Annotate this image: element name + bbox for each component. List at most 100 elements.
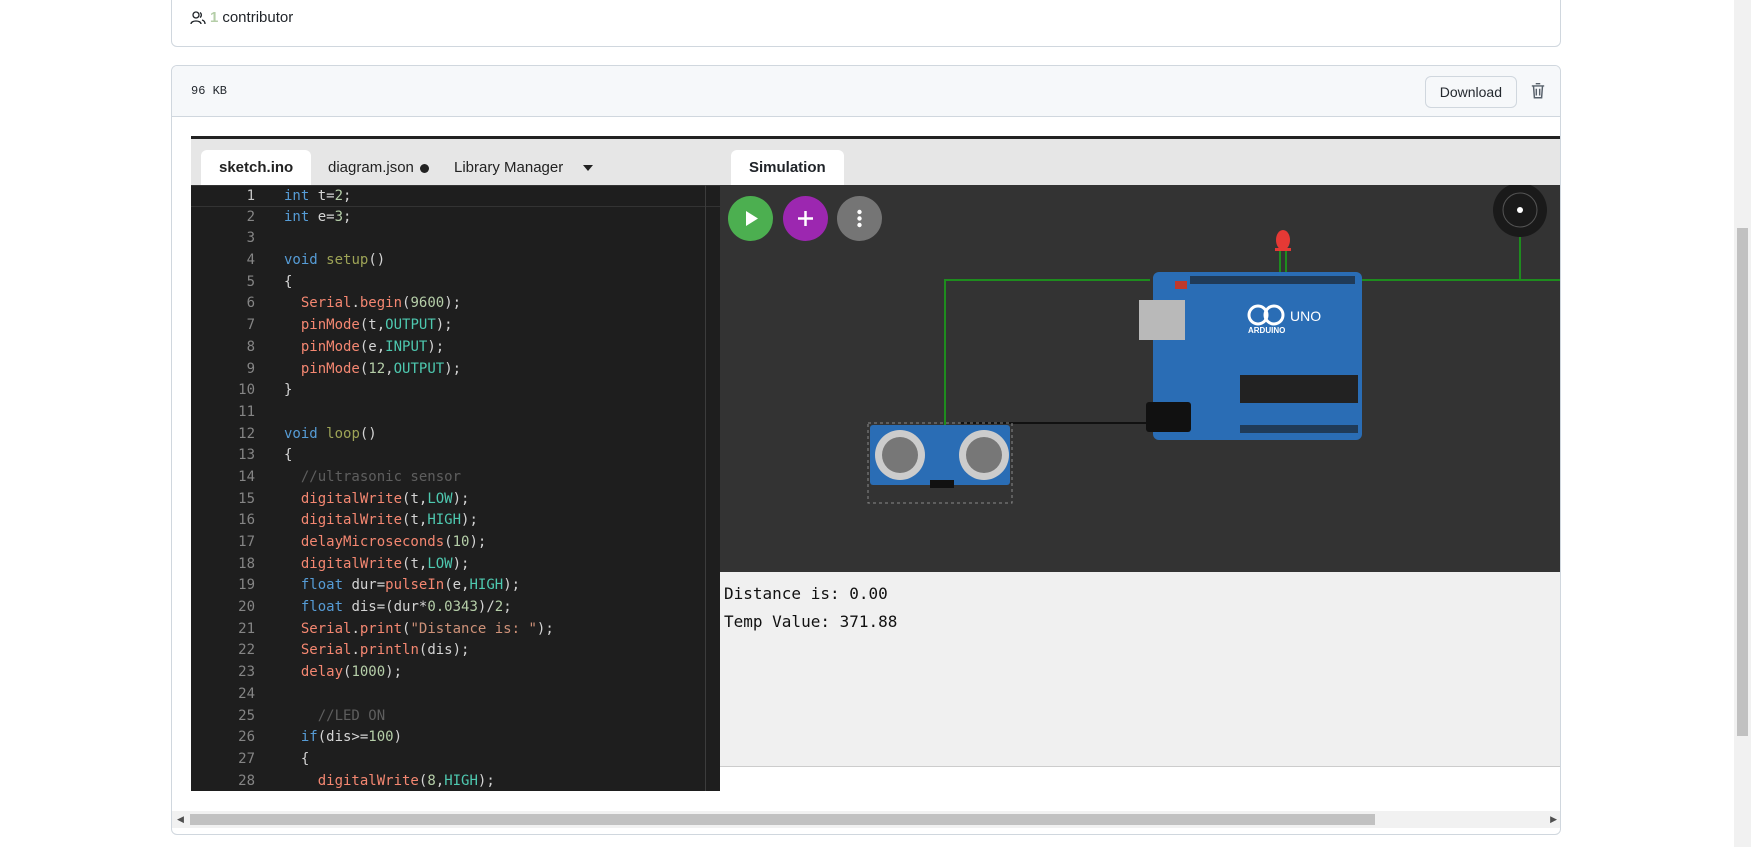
serial-line: Temp Value: 371.88: [724, 612, 898, 631]
add-part-button[interactable]: [783, 196, 828, 241]
code-line[interactable]: 14 //ultrasonic sensor: [191, 467, 720, 489]
arduino-uno-board[interactable]: UNO ARDUINO: [1139, 272, 1362, 440]
code-text: {: [284, 447, 293, 464]
code-text: delayMicroseconds(10);: [300, 534, 487, 550]
code-line[interactable]: 8 pinMode(e,INPUT);: [191, 337, 720, 359]
line-number: 28: [238, 772, 255, 789]
code-text: {: [284, 273, 293, 290]
line-number: 22: [238, 642, 255, 659]
line-number: 15: [238, 490, 255, 507]
ultrasonic-sensor[interactable]: [867, 422, 1013, 504]
unsaved-dot: [419, 163, 429, 173]
tab-sketch-ino[interactable]: sketch.ino: [201, 150, 312, 185]
code-line[interactable]: 20 float dis=(dur*0.0343)/2;: [191, 597, 720, 619]
code-line[interactable]: 7 pinMode(t,OUTPUT);: [191, 315, 720, 337]
code-text: digitalWrite(t,LOW);: [300, 490, 470, 507]
line-number: 18: [238, 555, 255, 572]
code-line[interactable]: 26 if(dis>=100): [191, 727, 720, 749]
people-icon: [190, 10, 206, 24]
code-text: delay(1000);: [300, 664, 403, 681]
code-text: //ultrasonic sensor: [300, 468, 462, 485]
code-line[interactable]: 10}: [191, 380, 720, 402]
code-line[interactable]: 6 Serial.begin(9600);: [191, 293, 720, 315]
code-line[interactable]: 15 digitalWrite(t,LOW);: [191, 489, 720, 511]
code-line[interactable]: 16 digitalWrite(t,HIGH);: [191, 510, 720, 532]
contributors-link[interactable]: 1 contributor: [190, 9, 293, 26]
simulation-canvas[interactable]: UNO ARDUINO: [720, 185, 1560, 572]
code-line[interactable]: 24: [191, 684, 720, 706]
divider: [720, 766, 1560, 767]
file-viewer: 96 KB Download sketch.ino diagram.json L…: [171, 65, 1561, 835]
horizontal-scroll-thumb[interactable]: [190, 814, 1375, 825]
code-text: digitalWrite(t,HIGH);: [300, 512, 478, 529]
simulation-panel: Simulation UNO ARDUINO Distance is: 0.00…: [720, 139, 1560, 791]
line-number: 25: [238, 707, 255, 724]
code-line[interactable]: 18 digitalWrite(t,LOW);: [191, 554, 720, 576]
code-line[interactable]: 5{: [191, 272, 720, 294]
code-text: void setup(): [284, 252, 386, 269]
code-text: pinMode(e,INPUT);: [300, 338, 445, 355]
more-options-button[interactable]: [837, 196, 882, 241]
wokwi-embed: sketch.ino diagram.json Library Manager …: [191, 136, 1560, 791]
code-text: {: [284, 750, 310, 767]
line-number: 19: [238, 577, 255, 594]
code-text: pinMode(12,OUTPUT);: [300, 360, 462, 377]
code-line[interactable]: 28 digitalWrite(8,HIGH);: [191, 771, 720, 791]
code-line[interactable]: 23 delay(1000);: [191, 662, 720, 684]
code-text: digitalWrite(8,HIGH);: [317, 772, 495, 789]
code-line[interactable]: 11: [191, 402, 720, 424]
line-number: 1: [246, 188, 255, 204]
code-text: Serial.begin(9600);: [300, 295, 462, 312]
board-brand: ARDUINO: [1248, 326, 1285, 335]
line-number: 27: [238, 750, 255, 767]
code-line[interactable]: 27 {: [191, 749, 720, 771]
scroll-left-icon[interactable]: ◀: [177, 814, 184, 825]
code-line[interactable]: 12 void loop(): [191, 424, 720, 446]
code-line[interactable]: 19 float dur=pulseIn(e,HIGH);: [191, 575, 720, 597]
page-scroll-thumb[interactable]: [1737, 228, 1748, 736]
board-label: UNO: [1290, 308, 1321, 324]
code-line[interactable]: 9 pinMode(12,OUTPUT);: [191, 359, 720, 381]
buzzer-component[interactable]: [1493, 185, 1547, 237]
download-button[interactable]: Download: [1424, 76, 1517, 108]
code-text: Serial.println(dis);: [300, 642, 470, 659]
chevron-down-icon[interactable]: [583, 165, 594, 172]
tab-simulation[interactable]: Simulation: [731, 150, 844, 185]
code-line[interactable]: 22 Serial.println(dis);: [191, 640, 720, 662]
code-line[interactable]: 4 void setup(): [191, 250, 720, 272]
code-line[interactable]: 17 delayMicroseconds(10);: [191, 532, 720, 554]
code-text: digitalWrite(t,LOW);: [300, 555, 470, 572]
line-number: 7: [246, 317, 255, 334]
code-line[interactable]: 1 int t=2;: [191, 185, 720, 207]
code-line[interactable]: 13 {: [191, 445, 720, 467]
code-line[interactable]: 3: [191, 228, 720, 250]
code-text: //LED ON: [317, 707, 386, 724]
line-number: 14: [238, 468, 255, 485]
line-number: 21: [238, 620, 255, 637]
line-number: 10: [238, 382, 255, 399]
led-component[interactable]: [1275, 230, 1291, 251]
line-number: 5: [246, 273, 255, 290]
code-text: int e=3;: [284, 208, 352, 225]
code-text: float dur=pulseIn(e,HIGH);: [300, 577, 521, 594]
code-text: }: [284, 382, 293, 399]
code-line[interactable]: 21 Serial.print("Distance is: ");: [191, 619, 720, 641]
scroll-right-icon[interactable]: ▶: [1550, 814, 1557, 825]
page-scrollbar[interactable]: [1734, 0, 1751, 847]
tab-diagram-json[interactable]: diagram.json: [310, 150, 447, 185]
editor-scroll-divider: [705, 185, 706, 791]
serial-line: Distance is: 0.00: [724, 584, 888, 603]
code-text: Serial.print("Distance is: ");: [300, 620, 554, 637]
code-line[interactable]: 25 //LED ON: [191, 706, 720, 728]
line-number: 17: [238, 534, 255, 550]
trash-icon[interactable]: [1529, 82, 1547, 100]
code-line[interactable]: 2 int e=3;: [191, 207, 720, 229]
code-text: if(dis>=100): [300, 729, 403, 746]
plus-icon: [798, 211, 813, 226]
play-button[interactable]: [728, 196, 773, 241]
horizontal-scrollbar[interactable]: ◀ ▶: [172, 811, 1560, 828]
tab-library-manager[interactable]: Library Manager: [436, 150, 611, 185]
line-number: 13: [238, 447, 255, 464]
github-file-page: 1 contributor 96 KB Download sketch.ino …: [0, 0, 1751, 847]
code-lines[interactable]: 1 int t=2; 2 int e=3; 3 4 void setup() 5{6 Seri…: [191, 185, 720, 791]
